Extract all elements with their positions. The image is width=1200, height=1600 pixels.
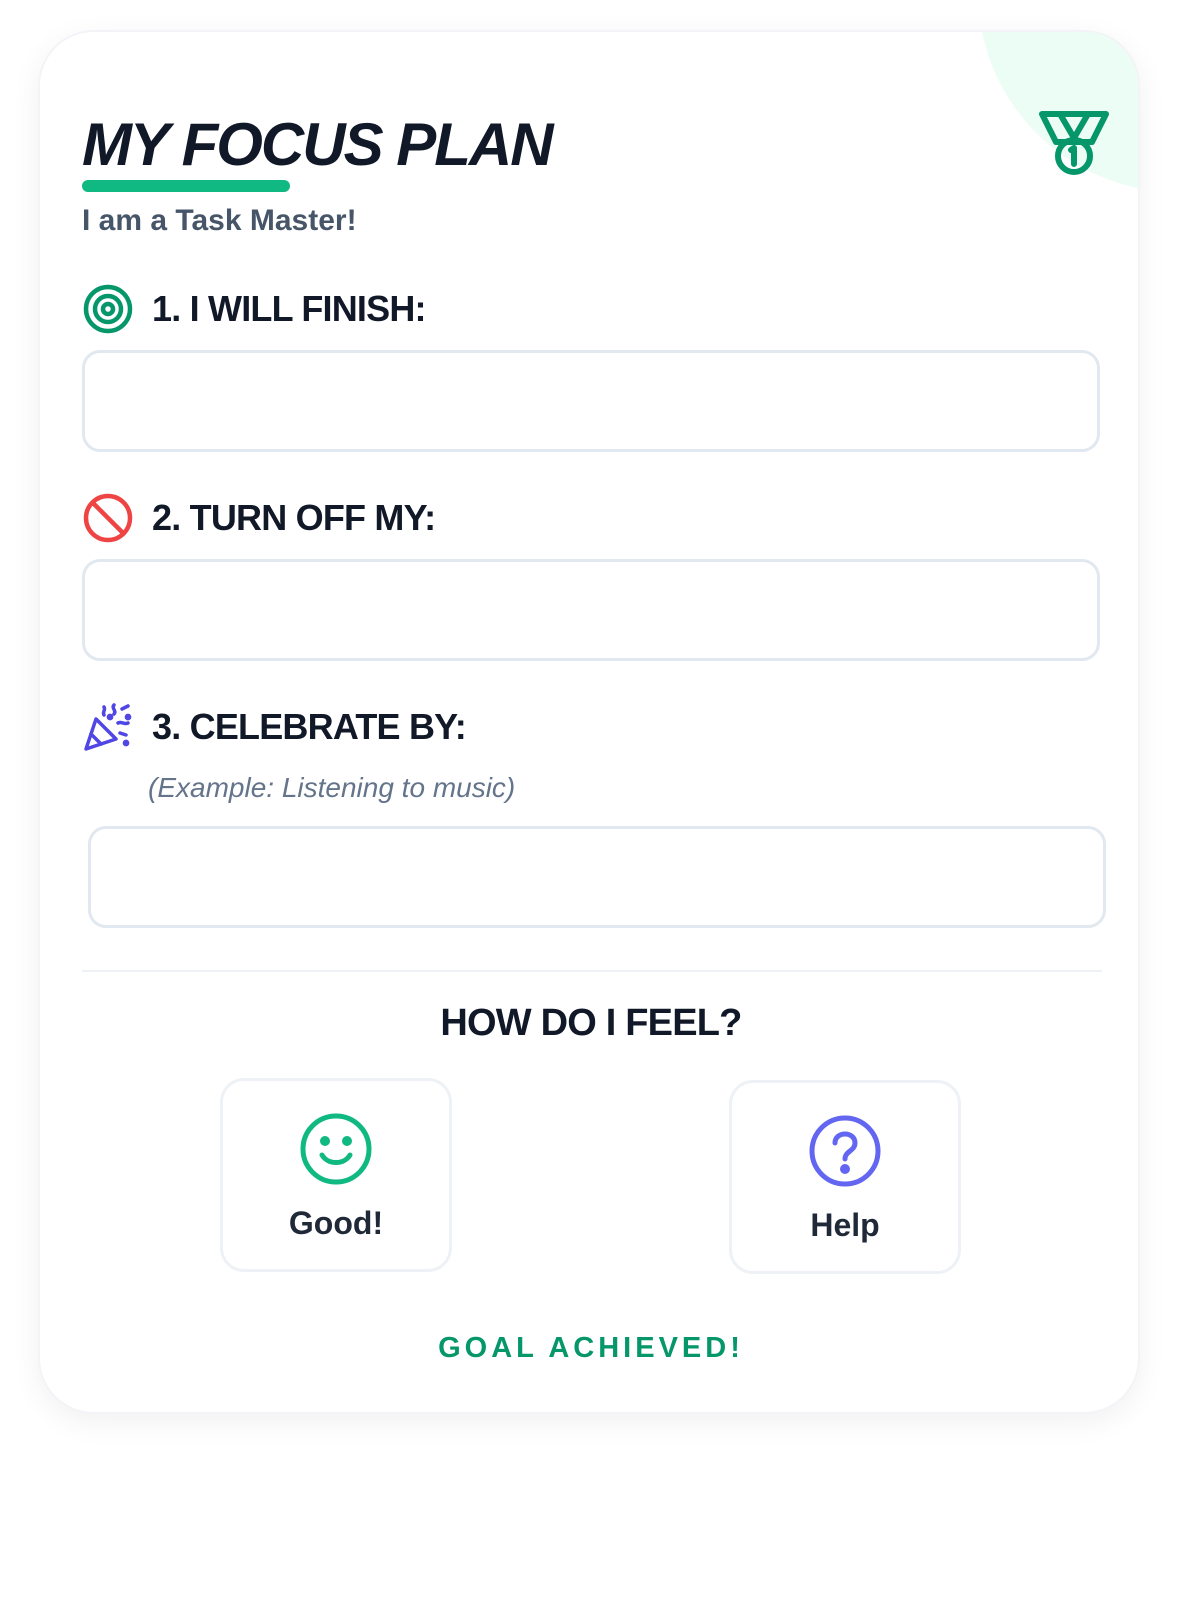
section-finish-label: 1. I WILL FINISH: xyxy=(152,288,427,329)
party-popper-icon xyxy=(84,703,132,751)
section-turn-off-header: 2. TURN OFF MY: xyxy=(82,491,436,545)
smile-icon xyxy=(300,1113,372,1185)
prohibited-icon xyxy=(83,493,133,543)
medal-icon xyxy=(1039,111,1109,175)
section-turn-off-label: 2. TURN OFF MY: xyxy=(152,497,436,538)
feeling-help-label: Help xyxy=(810,1207,880,1243)
question-circle-icon xyxy=(809,1115,881,1187)
focus-plan-card: MY FOCUS PLAN I am a Task Master! 1. I W… xyxy=(38,30,1140,1414)
celebrate-example-hint: (Example: Listening to music) xyxy=(148,772,516,803)
turn-off-input[interactable] xyxy=(82,559,1100,661)
finish-task-input[interactable] xyxy=(82,350,1100,452)
section-celebrate-header: 3. CELEBRATE BY: xyxy=(82,700,467,754)
feelings-title: HOW DO I FEEL? xyxy=(440,1002,742,1044)
goal-status: GOAL ACHIEVED! xyxy=(438,1332,744,1364)
section-divider xyxy=(82,970,1102,972)
section-finish-header: 1. I WILL FINISH: xyxy=(82,282,427,336)
section-celebrate-label: 3. CELEBRATE BY: xyxy=(152,706,467,747)
celebrate-input[interactable] xyxy=(88,826,1106,928)
page-title: MY FOCUS PLAN xyxy=(82,111,554,178)
feeling-help-button[interactable]: Help xyxy=(729,1080,961,1274)
page-subtitle: I am a Task Master! xyxy=(82,204,357,237)
title-underline xyxy=(82,180,290,192)
target-icon xyxy=(83,284,133,334)
feeling-good-button[interactable]: Good! xyxy=(220,1078,452,1272)
feeling-good-label: Good! xyxy=(288,1205,384,1241)
